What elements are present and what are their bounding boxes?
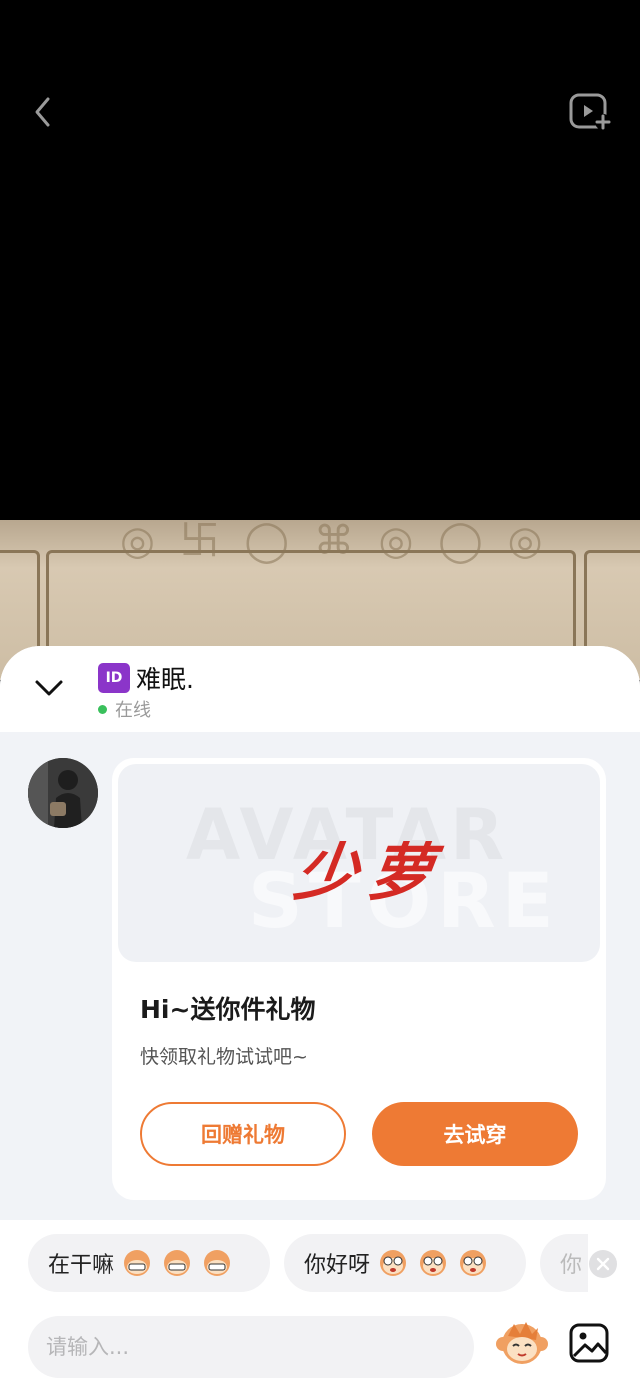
- peer-name-row: ID 难眠.: [98, 660, 194, 696]
- input-panel: 在干嘛 你好呀 你: [0, 1220, 640, 1400]
- return-gift-button[interactable]: 回赠礼物: [140, 1102, 346, 1166]
- sticker-button[interactable]: [494, 1316, 550, 1372]
- message-input[interactable]: [28, 1316, 474, 1378]
- close-quick-replies-button[interactable]: [589, 1250, 617, 1278]
- try-on-button[interactable]: 去试穿: [372, 1102, 578, 1166]
- gift-card: AVATAR STORE 少萝 Hi~送你件礼物 快领取礼物试试吧~ 回赠礼物 …: [112, 758, 606, 1200]
- quick-reply-text: 你: [560, 1253, 583, 1278]
- quick-reply-text: 在干嘛: [48, 1253, 115, 1278]
- chat-sheet: ID 难眠. 在线 AVATAR STORE 少萝 Hi~送你件礼物 快领取礼物…: [0, 646, 640, 1400]
- peer-name: 难眠.: [136, 665, 194, 694]
- brand-logo: 少萝: [290, 836, 449, 909]
- record-video-button[interactable]: [568, 92, 614, 132]
- gift-title: Hi~送你件礼物: [140, 995, 316, 1024]
- avatar[interactable]: [28, 758, 98, 828]
- nerd-monkey-icon: [460, 1250, 487, 1276]
- close-icon: [596, 1257, 610, 1271]
- avatar-photo: [28, 758, 98, 828]
- nerd-monkey-icon: [420, 1250, 447, 1276]
- image-icon: [569, 1323, 609, 1363]
- quick-reply-chip[interactable]: 你: [540, 1234, 588, 1292]
- video-add-icon: [569, 93, 611, 130]
- nerd-monkey-icon: [380, 1250, 407, 1276]
- id-badge: ID: [98, 663, 130, 693]
- chat-header: ID 难眠. 在线: [0, 646, 640, 732]
- grin-monkey-icon: [124, 1250, 151, 1276]
- grin-monkey-icon: [164, 1250, 191, 1276]
- quick-reply-chip[interactable]: 在干嘛: [28, 1234, 270, 1292]
- chevron-left-icon: [35, 97, 50, 127]
- quick-reply-row: 在干嘛 你好呀 你: [28, 1234, 588, 1294]
- quick-reply-text: 你好呀: [304, 1253, 371, 1278]
- image-button[interactable]: [568, 1322, 610, 1364]
- back-button[interactable]: [26, 94, 62, 130]
- video-area: [0, 0, 640, 520]
- gift-banner: AVATAR STORE 少萝: [118, 764, 600, 962]
- collapse-button[interactable]: [30, 672, 68, 702]
- gift-subtitle: 快领取礼物试试吧~: [140, 1046, 308, 1068]
- chevron-down-icon: [35, 680, 63, 696]
- peer-status: 在线: [98, 696, 151, 722]
- status-text: 在线: [115, 700, 151, 721]
- online-indicator: [98, 704, 107, 714]
- grin-monkey-icon: [204, 1250, 231, 1276]
- quick-reply-chip[interactable]: 你好呀: [284, 1234, 526, 1292]
- monkey-sticker-icon: [496, 1322, 548, 1364]
